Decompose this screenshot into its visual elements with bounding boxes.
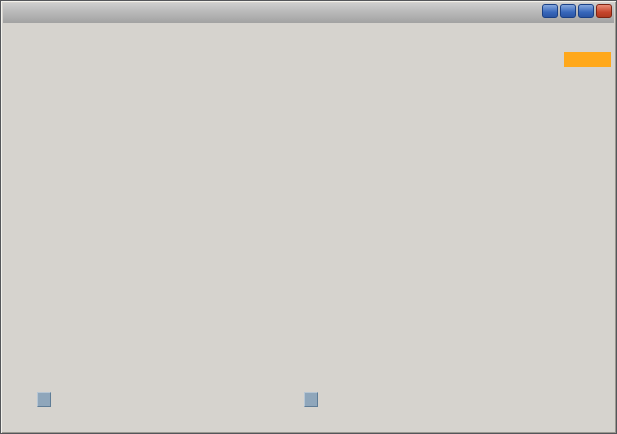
chart-canvas[interactable] (1, 1, 617, 434)
month-badge-april (304, 392, 318, 407)
chart-window (0, 0, 617, 434)
month-badge-march (37, 392, 51, 407)
current-price-tag (564, 52, 611, 67)
